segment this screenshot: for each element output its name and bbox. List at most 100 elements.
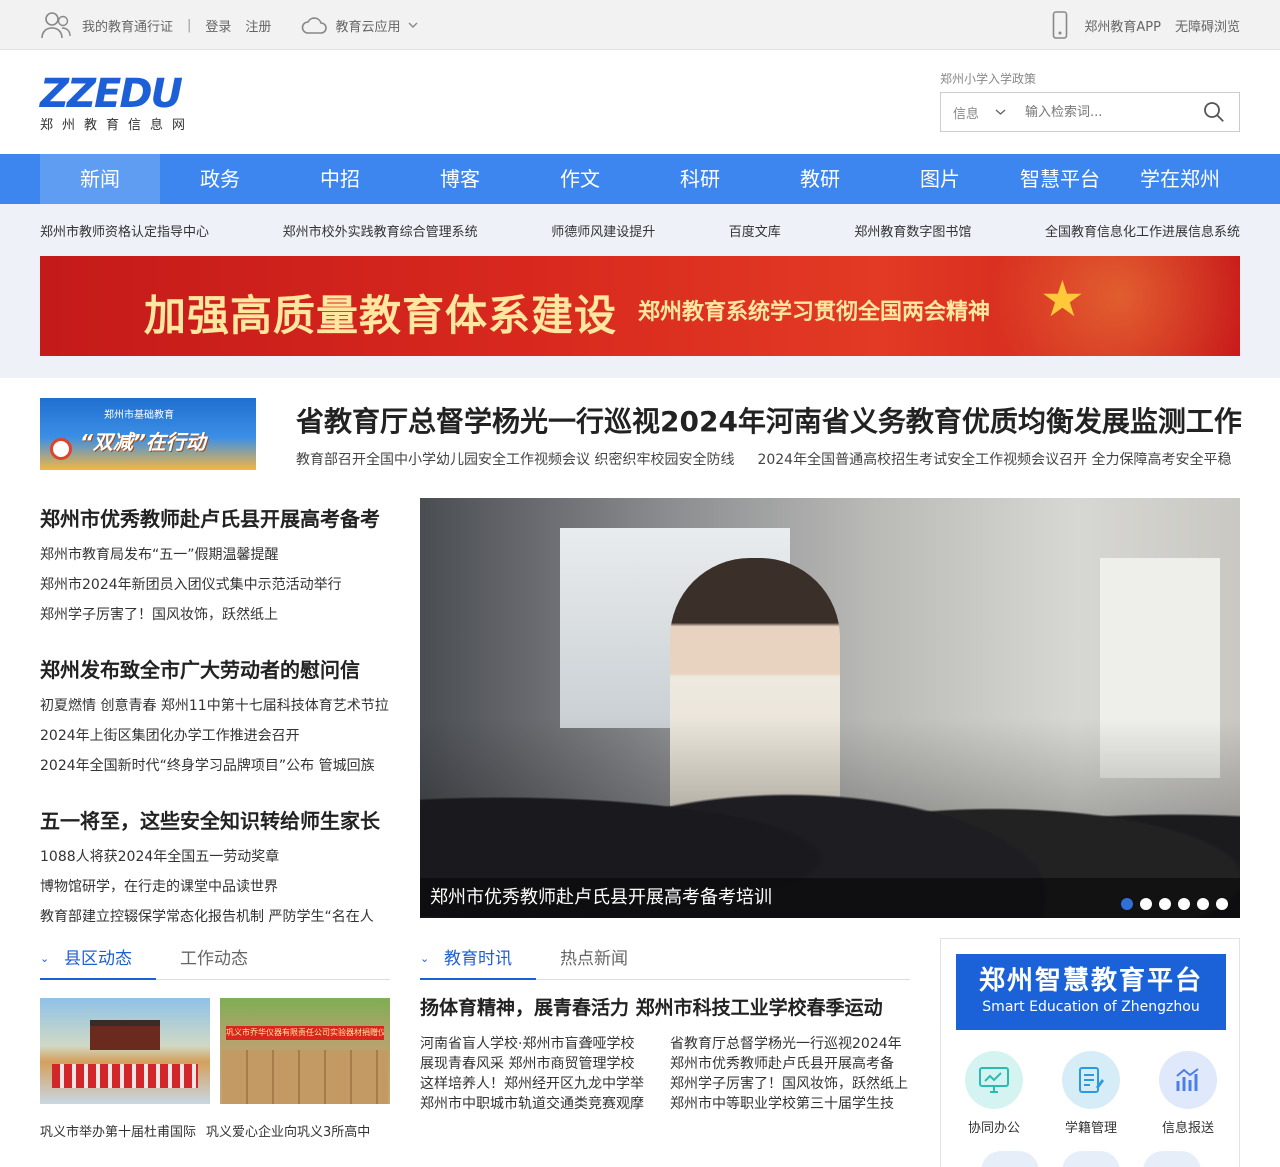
app-label: 学籍管理: [1064, 1121, 1117, 1136]
app-label: 协同办公: [967, 1121, 1020, 1136]
tab-edu-news[interactable]: ⌄ 教育时讯: [420, 938, 536, 980]
headline-sub-link[interactable]: 2024年全国普通高校招生考试安全工作视频会议召开 全力保障高考安全平稳: [757, 449, 1231, 469]
list-item[interactable]: 省教育厅总督学杨光一行巡视2024年: [670, 1033, 910, 1053]
photo-performers: [52, 1064, 198, 1088]
user-icon: [40, 10, 72, 40]
tab-work-news[interactable]: 工作动态: [156, 938, 272, 980]
chevron-down-icon[interactable]: [408, 21, 418, 29]
edu-news-title[interactable]: 扬体育精神，展青春活力 郑州市科技工业学校春季运动: [420, 993, 883, 1020]
news-group-title[interactable]: 郑州发布致全市广大劳动者的慰问信: [40, 658, 360, 682]
news-group-title[interactable]: 五一将至，这些安全知识转给师生家长: [40, 809, 380, 833]
news-item[interactable]: 郑州学子厉害了！国风妆饰，跃然纸上: [40, 607, 278, 623]
app-icon-partial[interactable]: [1143, 1151, 1201, 1167]
tab-label: 教育时讯: [444, 949, 512, 969]
nav-item-research[interactable]: 科研: [640, 154, 760, 204]
nav-item-composition[interactable]: 作文: [520, 154, 640, 204]
app-icon-partial[interactable]: [1062, 1151, 1120, 1167]
photo-slider[interactable]: 郑州市优秀教师赴卢氏县开展高考备考培训: [420, 498, 1240, 918]
quick-links: 郑州市教师资格认定指导中心 郑州市校外实践教育综合管理系统 师德师风建设提升 百…: [40, 204, 1240, 256]
bar-chart-icon: [1159, 1051, 1217, 1109]
county-news-caption[interactable]: 巩义市举办第十届杜甫国际: [40, 1121, 196, 1140]
news-group: 郑州市优秀教师赴卢氏县开展高考备考 郑州市教育局发布“五一”假期温馨提醒 郑州市…: [40, 498, 392, 630]
list-item[interactable]: 郑州学子厉害了！国风妆饰，跃然纸上: [670, 1073, 910, 1093]
app-info-report[interactable]: 信息报送: [1150, 1051, 1226, 1136]
news-item[interactable]: 郑州市教育局发布“五一”假期温馨提醒: [40, 547, 279, 563]
list-item[interactable]: 展现青春风采 郑州市商贸管理学校: [420, 1053, 670, 1073]
news-item[interactable]: 博物馆研学，在行走的课堂中品读世界: [40, 879, 278, 895]
county-news-image[interactable]: 巩义市乔华仪器有限责任公司实验器材捐赠仪式: [220, 998, 390, 1104]
quick-link[interactable]: 师德师风建设提升: [551, 221, 655, 240]
news-group-title[interactable]: 郑州市优秀教师赴卢氏县开展高考备考: [40, 507, 380, 531]
promo-banner[interactable]: 加强高质量教育体系建设 郑州教育系统学习贯彻全国两会精神 ★: [40, 256, 1240, 356]
logo-wordmark: ZZEDU: [40, 71, 183, 117]
photo-gate: [90, 1020, 160, 1050]
app-student-records[interactable]: 学籍管理: [1053, 1051, 1129, 1136]
quick-link[interactable]: 全国教育信息化工作进展信息系统: [1045, 221, 1240, 240]
slider-dot[interactable]: [1121, 898, 1133, 910]
nav-item-teaching-research[interactable]: 教研: [760, 154, 880, 204]
news-group: 郑州发布致全市广大劳动者的慰问信 初夏燃情 创意青春 郑州11中第十七届科技体育…: [40, 649, 392, 781]
site-logo[interactable]: ZZEDU 郑州教育信息网: [40, 71, 202, 133]
nav-item-news[interactable]: 新闻: [40, 154, 160, 204]
cloud-apps-link[interactable]: 教育云应用: [335, 16, 400, 35]
list-item[interactable]: 这样培养人！郑州经开区九龙中学举: [420, 1073, 670, 1093]
slider-caption[interactable]: 郑州市优秀教师赴卢氏县开展高考备考培训: [420, 878, 1240, 918]
app-icon-partial[interactable]: [981, 1151, 1039, 1167]
search-input[interactable]: [1025, 104, 1195, 120]
search-box: 信息: [940, 92, 1240, 132]
smart-title-cn: 郑州智慧教育平台: [978, 966, 1203, 996]
news-item[interactable]: 2024年上街区集团化办学工作推进会召开: [40, 728, 300, 744]
news-item[interactable]: 教育部建立控辍保学常态化报告机制 严防学生“名在人: [40, 909, 374, 925]
headline-sub-link[interactable]: 教育部召开全国中小学幼儿园安全工作视频会议 织密织牢校园安全防线: [296, 449, 734, 469]
search-type-select[interactable]: 信息: [941, 103, 1013, 122]
quick-links-band: 郑州市教师资格认定指导中心 郑州市校外实践教育综合管理系统 师德师风建设提升 百…: [0, 204, 1280, 378]
document-edit-icon: [1062, 1051, 1120, 1109]
slider-dot[interactable]: [1197, 898, 1209, 910]
double-reduction-image[interactable]: 郑州市基础教育 “双减”在行动: [40, 398, 256, 470]
slider-dot[interactable]: [1140, 898, 1152, 910]
banner-sub-text: 郑州教育系统学习贯彻全国两会精神: [638, 300, 991, 325]
passport-link[interactable]: 我的教育通行证: [82, 16, 173, 35]
slider-dot[interactable]: [1159, 898, 1171, 910]
nav-item-smart-platform[interactable]: 智慧平台: [1000, 154, 1120, 204]
slider-dot[interactable]: [1216, 898, 1228, 910]
login-link[interactable]: 登录: [205, 16, 231, 35]
tab-county-news[interactable]: ⌄ 县区动态: [40, 938, 156, 980]
slider-dot[interactable]: [1178, 898, 1190, 910]
list-item[interactable]: 郑州市中职城市轨道交通类竞赛观摩: [420, 1093, 670, 1113]
tab-label: 县区动态: [64, 949, 132, 969]
cloud-icon: [301, 15, 328, 35]
nav-item-blog[interactable]: 博客: [400, 154, 520, 204]
tab-label: 热点新闻: [560, 949, 628, 969]
app-collaborative-office[interactable]: 协同办公: [956, 1051, 1032, 1136]
news-item[interactable]: 2024年全国新时代“终身学习品牌项目”公布 管城回族: [40, 758, 375, 774]
list-item[interactable]: 郑州市优秀教师赴卢氏县开展高考备: [670, 1053, 910, 1073]
news-item[interactable]: 郑州市2024年新团员入团仪式集中示范活动举行: [40, 577, 342, 593]
nav-item-pictures[interactable]: 图片: [880, 154, 1000, 204]
county-news-image[interactable]: [40, 998, 210, 1104]
quick-link[interactable]: 郑州市校外实践教育综合管理系统: [283, 221, 478, 240]
quick-link[interactable]: 百度文库: [729, 221, 781, 240]
headline-section: 郑州市基础教育 “双减”在行动 省教育厅总督学杨光一行巡视2024年河南省义务教…: [0, 378, 1280, 498]
nav-item-government[interactable]: 政务: [160, 154, 280, 204]
quick-link[interactable]: 郑州市教师资格认定指导中心: [40, 221, 209, 240]
search-icon[interactable]: [1203, 101, 1225, 123]
quick-link[interactable]: 郑州教育数字图书馆: [854, 221, 971, 240]
search-hint-link[interactable]: 郑州小学入学政策: [940, 70, 1036, 87]
tab-hot-news[interactable]: 热点新闻: [536, 938, 652, 980]
county-news-caption[interactable]: 巩义爱心企业向巩义3所高中: [206, 1121, 370, 1140]
register-link[interactable]: 注册: [245, 16, 271, 35]
search-type-label: 信息: [953, 106, 980, 122]
accessible-link[interactable]: 无障碍浏览: [1175, 16, 1240, 35]
news-item[interactable]: 1088人将获2024年全国五一劳动奖章: [40, 849, 279, 865]
nav-item-study-zhengzhou[interactable]: 学在郑州: [1120, 154, 1240, 204]
nav-item-admission[interactable]: 中招: [280, 154, 400, 204]
headline-title[interactable]: 省教育厅总督学杨光一行巡视2024年河南省义务教育优质均衡发展监测工作: [296, 400, 1242, 440]
list-item[interactable]: 河南省盲人学校·郑州市盲聋哑学校: [420, 1033, 670, 1053]
more-app-icons: [981, 1151, 1201, 1167]
list-item[interactable]: 郑州市中等职业学校第三十届学生技: [670, 1093, 910, 1113]
smart-platform-banner[interactable]: 郑州智慧教育平台 Smart Education of Zhengzhou: [956, 954, 1226, 1030]
edu-news-tabs: ⌄ 教育时讯 热点新闻: [420, 938, 910, 980]
app-link[interactable]: 郑州教育APP: [1084, 16, 1161, 35]
news-item[interactable]: 初夏燃情 创意青春 郑州11中第十七届科技体育艺术节拉: [40, 698, 389, 714]
